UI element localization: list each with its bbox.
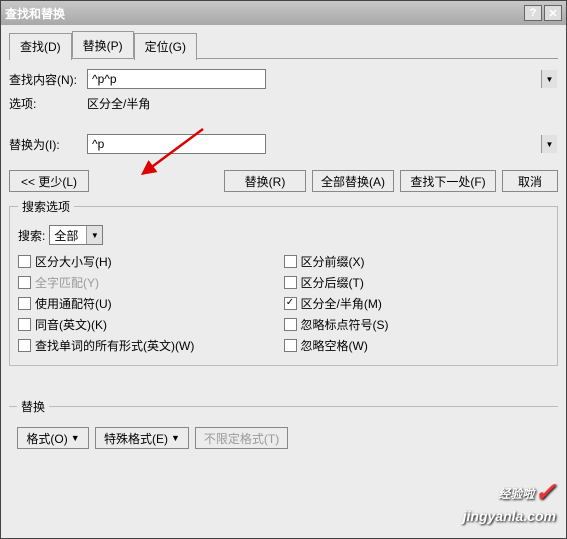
tab-goto[interactable]: 定位(G) bbox=[134, 33, 197, 60]
search-options-legend: 搜索选项 bbox=[18, 198, 74, 215]
replace-format-legend: 替换 bbox=[17, 398, 49, 415]
check-icon: ✓ bbox=[534, 477, 556, 507]
replace-all-button[interactable]: 全部替换(A) bbox=[312, 170, 394, 192]
button-label: 特殊格式(E) bbox=[104, 430, 168, 447]
help-button[interactable]: ? bbox=[524, 5, 542, 21]
search-direction-select[interactable]: 全部 ▼ bbox=[49, 225, 103, 245]
button-label: 全部替换(A) bbox=[321, 173, 385, 190]
replace-label: 替换为(I): bbox=[9, 136, 87, 153]
close-button[interactable]: ✕ bbox=[544, 5, 562, 21]
find-input-wrap: ▼ bbox=[87, 69, 558, 89]
chevron-down-icon: ▼ bbox=[86, 226, 102, 244]
options-value: 区分全/半角 bbox=[87, 95, 150, 112]
right-column: 区分前缀(X) 区分后缀(T) 区分全/半角(M) 忽略标点符号(S) 忽略空格… bbox=[284, 249, 550, 357]
chk-sounds-like[interactable]: 同音(英文)(K) bbox=[18, 315, 284, 333]
left-column: 区分大小写(H) 全字匹配(Y) 使用通配符(U) 同音(英文)(K) 查找单词… bbox=[18, 249, 284, 357]
titlebar: 查找和替换 ? ✕ bbox=[1, 1, 566, 25]
chk-match-case[interactable]: 区分大小写(H) bbox=[18, 252, 284, 270]
button-label: 取消 bbox=[518, 173, 542, 190]
button-label: 查找下一处(F) bbox=[410, 173, 485, 190]
titlebar-buttons: ? ✕ bbox=[524, 5, 562, 21]
button-row: << 更少(L) 替换(R) 全部替换(A) 查找下一处(F) 取消 bbox=[9, 170, 558, 192]
button-label: << 更少(L) bbox=[21, 173, 77, 190]
chk-suffix[interactable]: 区分后缀(T) bbox=[284, 273, 550, 291]
chk-prefix[interactable]: 区分前缀(X) bbox=[284, 252, 550, 270]
window-title: 查找和替换 bbox=[5, 5, 524, 22]
tab-replace[interactable]: 替换(P) bbox=[72, 31, 134, 58]
chevron-down-icon: ▼ bbox=[171, 433, 180, 443]
tab-label: 查找(D) bbox=[20, 40, 61, 54]
search-direction-row: 搜索: 全部 ▼ bbox=[18, 225, 549, 245]
format-button[interactable]: 格式(O) ▼ bbox=[17, 427, 89, 449]
watermark: 经验啦✓ jingyanla.com bbox=[463, 477, 556, 524]
find-next-button[interactable]: 查找下一处(F) bbox=[400, 170, 496, 192]
replace-input-wrap: ▼ bbox=[87, 134, 558, 154]
replace-format-group: 替换 格式(O)▼ 特殊格式(E)▼ 不限定格式(T) bbox=[9, 398, 558, 451]
chevron-down-icon: ▼ bbox=[71, 433, 80, 443]
search-direction-label: 搜索: bbox=[18, 227, 45, 244]
replace-button[interactable]: 替换(R) bbox=[224, 170, 306, 192]
button-label: 格式(O) bbox=[26, 430, 67, 447]
chk-whole-word: 全字匹配(Y) bbox=[18, 273, 284, 291]
tab-label: 定位(G) bbox=[145, 40, 186, 54]
tab-find[interactable]: 查找(D) bbox=[9, 33, 72, 60]
options-label: 选项: bbox=[9, 95, 87, 112]
button-label: 替换(R) bbox=[245, 173, 286, 190]
find-label: 查找内容(N): bbox=[9, 71, 87, 88]
find-row: 查找内容(N): ▼ bbox=[9, 69, 558, 89]
chk-ignore-punct[interactable]: 忽略标点符号(S) bbox=[284, 315, 550, 333]
dialog-content: 查找(D) 替换(P) 定位(G) 查找内容(N): ▼ 选项: 区分全/半角 … bbox=[1, 25, 566, 455]
chk-ignore-space[interactable]: 忽略空格(W) bbox=[284, 336, 550, 354]
tab-strip: 查找(D) 替换(P) 定位(G) bbox=[9, 31, 558, 59]
chk-word-forms[interactable]: 查找单词的所有形式(英文)(W) bbox=[18, 336, 284, 354]
chk-fullhalf[interactable]: 区分全/半角(M) bbox=[284, 294, 550, 312]
special-button[interactable]: 特殊格式(E)▼ bbox=[95, 427, 189, 449]
find-input[interactable] bbox=[87, 69, 266, 89]
chk-wildcards[interactable]: 使用通配符(U) bbox=[18, 294, 284, 312]
dialog-window: 查找和替换 ? ✕ 查找(D) 替换(P) 定位(G) 查找内容(N): ▼ 选… bbox=[0, 0, 567, 539]
replace-format-buttons: 格式(O)▼ 特殊格式(E)▼ 不限定格式(T) bbox=[17, 427, 550, 449]
tab-label: 替换(P) bbox=[83, 39, 123, 53]
search-options-group: 搜索选项 搜索: 全部 ▼ 区分大小写(H) 全字匹配(Y) 使用通配符(U) … bbox=[9, 198, 558, 366]
dropdown-icon[interactable]: ▼ bbox=[541, 70, 557, 88]
less-button[interactable]: << 更少(L) bbox=[9, 170, 89, 192]
cancel-button[interactable]: 取消 bbox=[502, 170, 558, 192]
checkbox-columns: 区分大小写(H) 全字匹配(Y) 使用通配符(U) 同音(英文)(K) 查找单词… bbox=[18, 249, 549, 357]
button-label: 不限定格式(T) bbox=[204, 430, 279, 447]
dropdown-icon[interactable]: ▼ bbox=[541, 135, 557, 153]
noformat-button: 不限定格式(T) bbox=[195, 427, 288, 449]
replace-row: 替换为(I): ▼ bbox=[9, 134, 558, 154]
replace-input[interactable] bbox=[87, 134, 266, 154]
options-row: 选项: 区分全/半角 bbox=[9, 95, 558, 112]
